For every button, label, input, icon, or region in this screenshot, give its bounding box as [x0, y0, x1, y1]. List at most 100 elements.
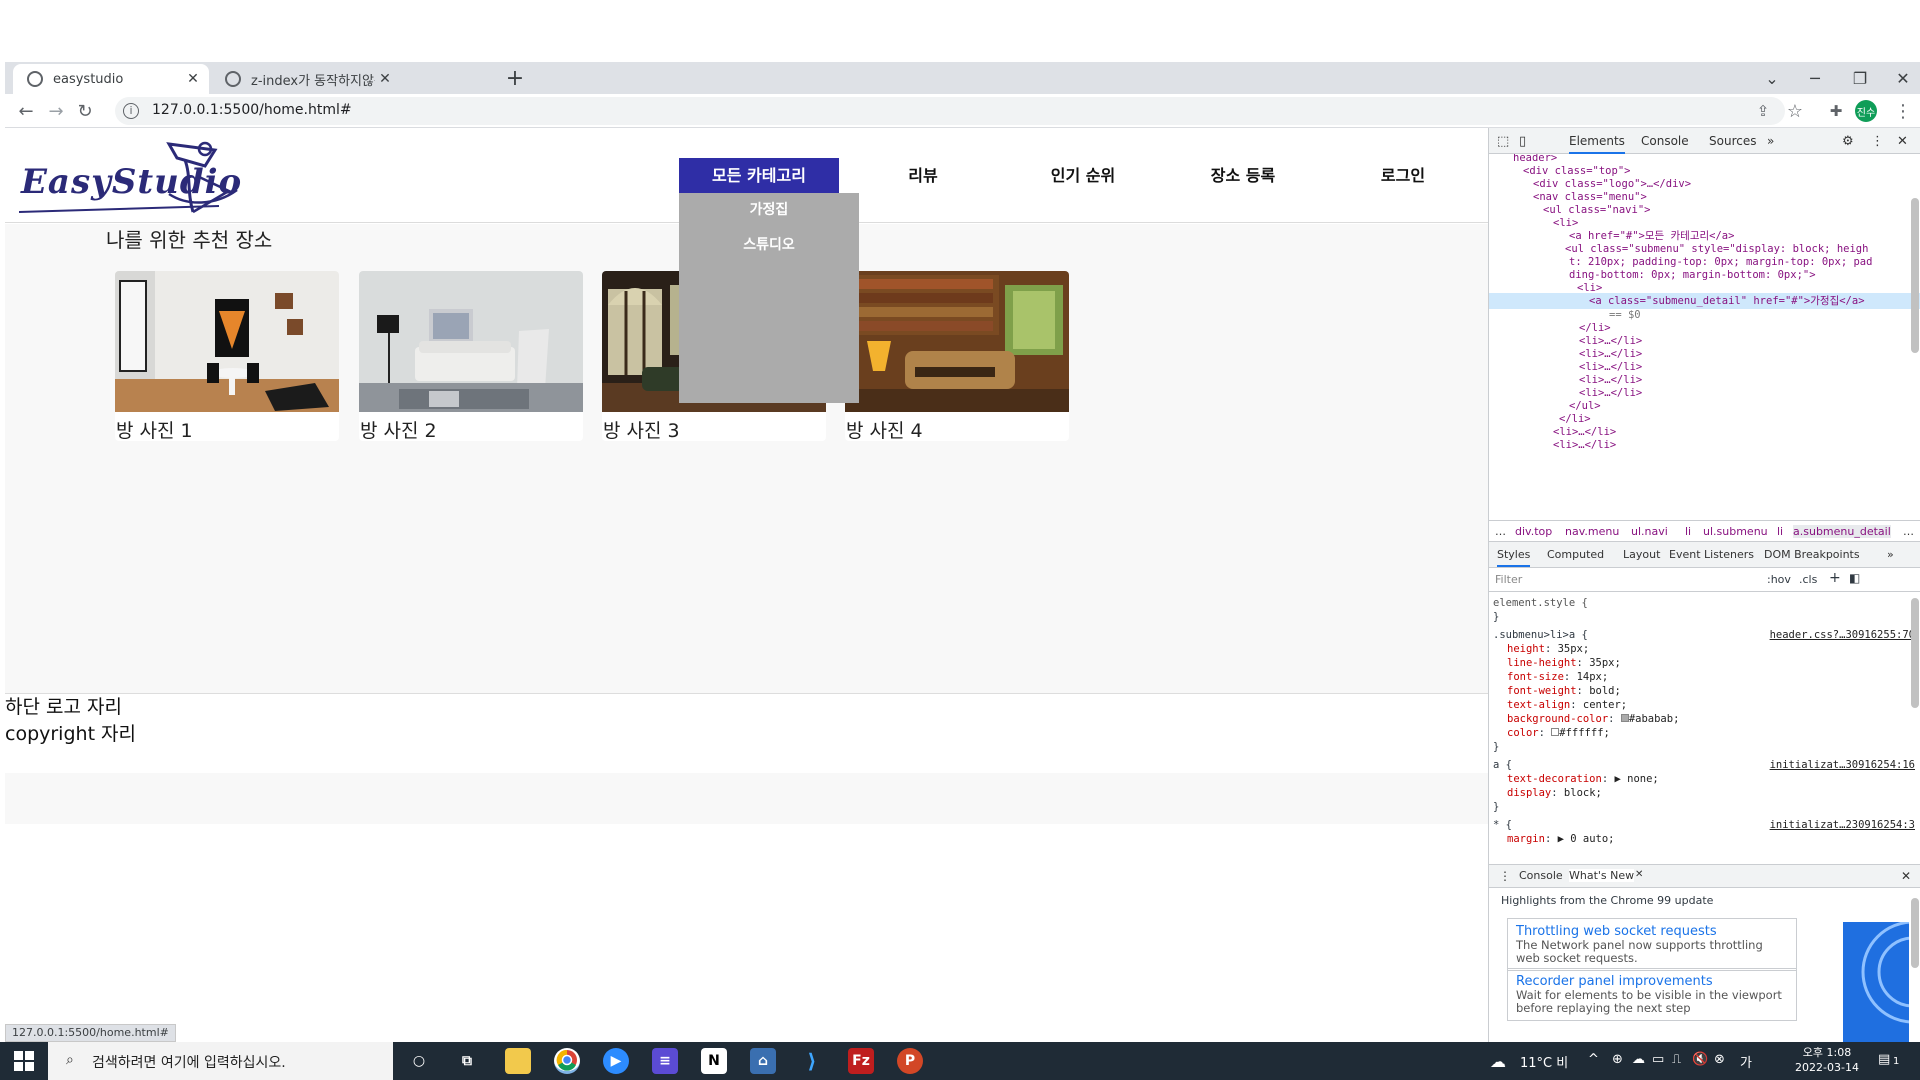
minimize-icon[interactable]: ─: [1797, 64, 1833, 92]
tab-elements[interactable]: Elements: [1569, 134, 1625, 154]
nav-popular[interactable]: 인기 순위: [1003, 158, 1163, 193]
dom-node-selected[interactable]: <a class="submenu_detail" href="#">가정집</…: [1489, 293, 1920, 309]
tray-display-icon[interactable]: ▭: [1652, 1052, 1664, 1067]
close-window-icon[interactable]: ✕: [1885, 64, 1920, 92]
room-photo[interactable]: [115, 271, 339, 412]
hov-toggle[interactable]: :hov: [1767, 573, 1791, 586]
zoom-icon[interactable]: ▶: [603, 1048, 629, 1074]
rule-source-link[interactable]: header.css?…30916255:70: [1770, 628, 1915, 642]
tab-computed[interactable]: Computed: [1547, 548, 1604, 561]
site-info-icon[interactable]: i: [123, 103, 139, 119]
windows-start-icon[interactable]: [14, 1051, 34, 1071]
breadcrumb-item[interactable]: …: [1903, 525, 1914, 538]
ime-indicator-icon[interactable]: 가: [1740, 1052, 1752, 1071]
tab-easystudio[interactable]: easystudio ✕: [13, 64, 209, 94]
prop-value[interactable]: 14px;: [1577, 671, 1609, 683]
nav-all-categories[interactable]: 모든 카테고리: [679, 158, 839, 193]
nav-login[interactable]: 로그인: [1323, 158, 1483, 193]
prop-value[interactable]: center;: [1583, 699, 1627, 711]
filezilla-icon[interactable]: Fz: [848, 1048, 874, 1074]
prop-name[interactable]: text-decoration: [1507, 773, 1602, 785]
powerpoint-icon[interactable]: P: [897, 1048, 923, 1074]
site-logo[interactable]: EasyStudio: [18, 136, 249, 218]
close-tab-icon[interactable]: ✕: [183, 71, 203, 87]
news-title[interactable]: Throttling web socket requests: [1516, 924, 1788, 939]
prop-value[interactable]: #ababab;: [1629, 713, 1680, 725]
inspect-element-icon[interactable]: ⬚: [1497, 134, 1509, 149]
rule-selector[interactable]: element.style {: [1493, 596, 1588, 610]
dom-node[interactable]: <li>…</li>: [1553, 437, 1616, 453]
tab-sources[interactable]: Sources: [1709, 134, 1756, 148]
close-drawer-tab-icon[interactable]: ✕: [1635, 869, 1643, 880]
prop-name[interactable]: line-height: [1507, 657, 1577, 669]
notion-icon[interactable]: N: [701, 1048, 727, 1074]
prop-name[interactable]: background-color: [1507, 713, 1608, 725]
vscode-icon[interactable]: ⟩: [799, 1048, 825, 1074]
submenu-item-home[interactable]: 가정집: [679, 193, 859, 228]
tab-console[interactable]: Console: [1641, 134, 1689, 148]
share-icon[interactable]: ⇪: [1750, 98, 1776, 124]
weather-text[interactable]: 11°C 비: [1520, 1052, 1568, 1071]
prop-value[interactable]: block;: [1564, 787, 1602, 799]
back-arrow-icon[interactable]: ←: [13, 98, 39, 124]
rule-source-link[interactable]: initializat…230916254:3: [1770, 818, 1915, 832]
breadcrumb-item[interactable]: ul.navi: [1631, 525, 1668, 538]
drawer-menu-icon[interactable]: ⋮: [1499, 869, 1511, 883]
breadcrumb-item[interactable]: ul.submenu: [1703, 525, 1768, 538]
prop-name[interactable]: font-size: [1507, 671, 1564, 683]
room-card[interactable]: 방 사진 2: [359, 271, 583, 441]
tray-x-icon[interactable]: ⊗: [1714, 1052, 1725, 1067]
toggle-sidebar-icon[interactable]: ◧: [1849, 571, 1860, 585]
network-app-icon[interactable]: ⌂: [750, 1048, 776, 1074]
add-rule-plus-icon[interactable]: +: [1829, 570, 1841, 586]
breadcrumb-item[interactable]: li: [1685, 525, 1691, 538]
color-swatch[interactable]: [1620, 714, 1629, 722]
tab-layout[interactable]: Layout: [1623, 548, 1660, 561]
breadcrumb-item[interactable]: li: [1777, 525, 1783, 538]
dom-scrollbar[interactable]: [1911, 198, 1919, 353]
breadcrumb-item[interactable]: nav.menu: [1565, 525, 1619, 538]
forward-arrow-icon[interactable]: →: [43, 98, 69, 124]
network-icon[interactable]: ⎍: [1672, 1052, 1681, 1067]
styles-scrollbar[interactable]: [1911, 598, 1919, 708]
settings-gear-icon[interactable]: ⚙: [1842, 134, 1854, 149]
rule-source-link[interactable]: initializat…30916254:16: [1770, 758, 1915, 772]
prop-name[interactable]: display: [1507, 787, 1551, 799]
reload-icon[interactable]: ↻: [72, 98, 98, 124]
more-menu-icon[interactable]: ⋮: [1890, 98, 1916, 124]
bookmark-star-icon[interactable]: ☆: [1782, 98, 1808, 124]
drawer-tab-whats-new[interactable]: What's New: [1569, 869, 1635, 882]
rule-selector[interactable]: * {: [1493, 818, 1512, 832]
room-photo[interactable]: [845, 271, 1069, 412]
notification-icon[interactable]: ▤: [1878, 1052, 1890, 1067]
app-icon[interactable]: ≡: [652, 1048, 678, 1074]
new-tab-button[interactable]: +: [502, 66, 528, 91]
onedrive-cloud-icon[interactable]: ☁: [1632, 1052, 1645, 1067]
nav-reviews[interactable]: 리뷰: [843, 158, 1003, 193]
profile-avatar[interactable]: 진수: [1855, 100, 1877, 122]
volume-muted-icon[interactable]: 🔇: [1692, 1052, 1708, 1067]
close-tab-icon[interactable]: ✕: [375, 71, 395, 87]
news-card[interactable]: Throttling web socket requests The Netwo…: [1507, 918, 1797, 971]
tray-app-icon[interactable]: ⊕: [1612, 1052, 1623, 1067]
restore-icon[interactable]: ❐: [1842, 64, 1878, 92]
weather-cloud-icon[interactable]: ☁: [1490, 1052, 1506, 1071]
device-toolbar-icon[interactable]: ▯: [1519, 134, 1526, 149]
nav-register-place[interactable]: 장소 등록: [1163, 158, 1323, 193]
prop-name[interactable]: margin: [1507, 833, 1545, 845]
submenu-item-studio[interactable]: 스튜디오: [679, 228, 859, 263]
styles-filter-input[interactable]: Filter: [1495, 573, 1522, 586]
room-card[interactable]: 방 사진 1: [115, 271, 339, 441]
news-card[interactable]: Recorder panel improvements Wait for ele…: [1507, 968, 1797, 1021]
taskbar-search[interactable]: ⌕ 검색하려면 여기에 입력하십시오.: [48, 1042, 393, 1080]
devtools-menu-icon[interactable]: ⋮: [1871, 134, 1884, 149]
rule-selector[interactable]: .submenu>li>a {: [1493, 628, 1588, 642]
prop-value[interactable]: ▶ 0 auto;: [1558, 833, 1615, 845]
drawer-scrollbar[interactable]: [1911, 898, 1919, 968]
rule-selector[interactable]: a {: [1493, 758, 1512, 772]
breadcrumb-item[interactable]: …: [1495, 525, 1506, 538]
room-card[interactable]: 방 사진 4: [845, 271, 1069, 441]
tray-chevron-icon[interactable]: ^: [1588, 1052, 1599, 1067]
task-view-icon[interactable]: ⧉: [454, 1048, 480, 1074]
close-drawer-icon[interactable]: ✕: [1901, 869, 1911, 883]
